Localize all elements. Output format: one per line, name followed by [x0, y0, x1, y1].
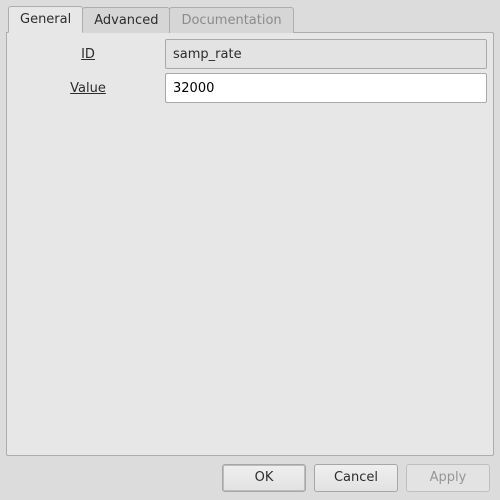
- cancel-button-label: Cancel: [334, 470, 378, 485]
- value-field-wrapper: [165, 73, 487, 103]
- ok-button[interactable]: OK: [222, 464, 306, 492]
- id-value: samp_rate: [173, 47, 242, 62]
- value-label: Value: [13, 73, 163, 103]
- id-field: samp_rate: [165, 39, 487, 69]
- id-label: ID: [13, 39, 163, 69]
- apply-button-label: Apply: [430, 470, 467, 485]
- tab-documentation-label: Documentation: [181, 13, 281, 28]
- tab-general-label: General: [20, 12, 71, 27]
- tab-strip: General Advanced Documentation: [6, 6, 494, 32]
- ok-button-label: OK: [255, 470, 274, 485]
- apply-button: Apply: [406, 464, 490, 492]
- tab-advanced-label: Advanced: [94, 13, 158, 28]
- value-input[interactable]: [173, 81, 479, 96]
- cancel-button[interactable]: Cancel: [314, 464, 398, 492]
- dialog-buttons: OK Cancel Apply: [6, 456, 494, 494]
- properties-dialog: General Advanced Documentation ID samp_r…: [0, 0, 500, 500]
- property-form: ID samp_rate Value: [13, 39, 487, 103]
- tab-documentation[interactable]: Documentation: [169, 7, 293, 33]
- tab-advanced[interactable]: Advanced: [82, 7, 170, 33]
- tab-general[interactable]: General: [8, 6, 83, 33]
- tab-page-general: ID samp_rate Value: [6, 32, 494, 456]
